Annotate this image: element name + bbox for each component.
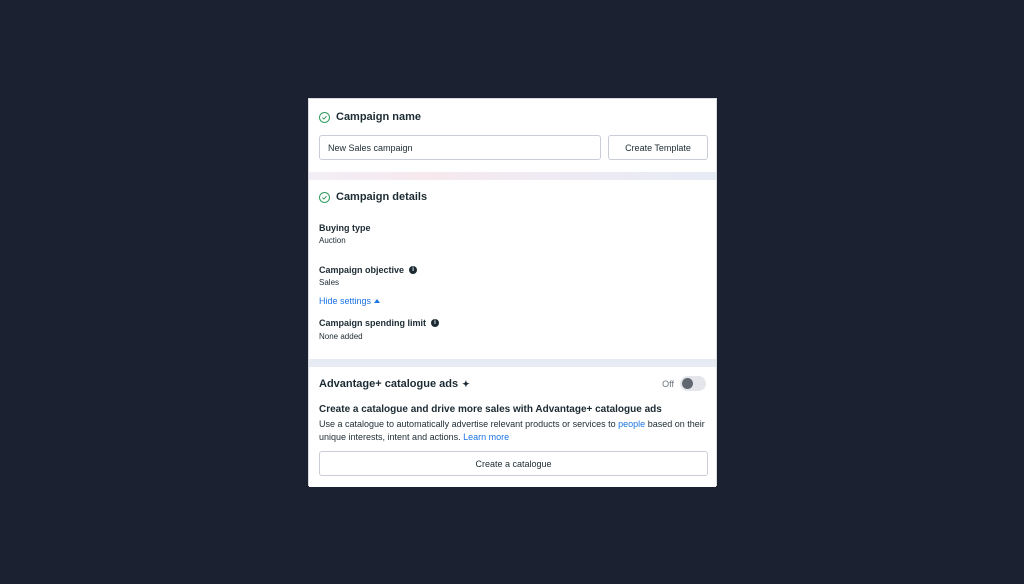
hide-settings-label[interactable]: Hide settings <box>319 296 371 306</box>
spending-limit-label: Campaign spending limit i <box>319 318 440 328</box>
description-text: Use a catalogue to automatically adverti… <box>319 419 619 429</box>
campaign-name-heading: Campaign name <box>319 111 421 123</box>
check-circle-icon <box>319 191 330 203</box>
people-link[interactable]: people <box>618 419 645 429</box>
advantage-headline: Create a catalogue and drive more sales … <box>319 404 662 415</box>
campaign-panel: Campaign name Create Template Campaign d… <box>308 98 717 487</box>
campaign-name-section: Campaign name Create Template <box>309 99 716 172</box>
section-divider <box>309 359 716 367</box>
campaign-details-section: Campaign details Buying type Auction Cam… <box>309 180 716 359</box>
create-catalogue-button[interactable]: Create a catalogue <box>319 451 708 476</box>
advantage-catalogue-toggle[interactable] <box>680 376 706 391</box>
campaign-objective-label: Campaign objective i <box>319 265 418 275</box>
spending-limit-label-text: Campaign spending limit <box>319 318 427 328</box>
advantage-description: Use a catalogue to automatically adverti… <box>319 418 709 444</box>
hide-settings-link[interactable]: Hide settings <box>319 296 381 306</box>
learn-more-link[interactable]: Learn more <box>463 432 509 442</box>
campaign-objective-label-text: Campaign objective <box>319 265 405 275</box>
campaign-name-input[interactable] <box>319 135 601 160</box>
campaign-objective-value: Sales <box>319 278 340 287</box>
toggle-state-label: Off <box>662 378 674 389</box>
caret-up-icon <box>374 299 381 303</box>
buying-type-label-text: Buying type <box>319 223 371 233</box>
advantage-toggle-group: Off <box>662 376 706 391</box>
sparkle-icon: ✦ <box>462 378 470 389</box>
advantage-catalogue-title: Advantage+ catalogue ads <box>319 378 459 390</box>
section-divider <box>309 172 716 180</box>
buying-type-value: Auction <box>319 236 346 245</box>
spending-limit-value: None added <box>319 332 363 341</box>
buying-type-label: Buying type <box>319 223 371 233</box>
campaign-details-title: Campaign details <box>336 191 428 203</box>
info-icon[interactable]: i <box>409 266 418 274</box>
advantage-catalogue-heading: Advantage+ catalogue ads ✦ <box>319 378 470 390</box>
check-circle-icon <box>319 111 330 123</box>
campaign-details-heading: Campaign details <box>319 191 427 203</box>
info-icon[interactable]: i <box>431 319 440 327</box>
advantage-catalogue-section: Advantage+ catalogue ads ✦ Off Create a … <box>309 367 716 487</box>
campaign-name-title: Campaign name <box>336 111 421 123</box>
toggle-knob <box>682 378 693 389</box>
create-template-button[interactable]: Create Template <box>608 135 708 160</box>
